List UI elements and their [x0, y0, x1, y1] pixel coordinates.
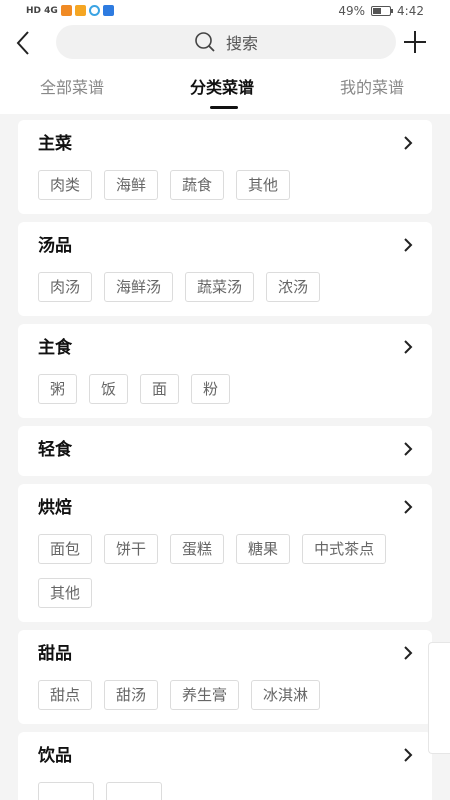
- category-card[interactable]: 轻食: [18, 426, 432, 476]
- subcategory-chip[interactable]: 饭: [89, 374, 129, 404]
- tab-bar: 全部菜谱 分类菜谱 我的菜谱: [0, 62, 450, 114]
- subcategory-chip[interactable]: 浓汤: [266, 272, 321, 302]
- category-title: 甜品: [38, 644, 72, 664]
- category-card[interactable]: 甜品甜点 甜汤 养生膏 冰淇淋: [18, 630, 432, 724]
- subcategory-chip[interactable]: 其他: [236, 170, 291, 200]
- subcategory-chip[interactable]: 粥: [38, 374, 78, 404]
- subcategory-chips: 粥饭面粉: [38, 374, 414, 404]
- category-card[interactable]: 饮品: [18, 732, 432, 800]
- subcategory-chip[interactable]: 蔬菜汤: [185, 272, 255, 302]
- subcategory-chip[interactable]: 面: [140, 374, 180, 404]
- subcategory-chip[interactable]: 养生膏: [170, 680, 240, 710]
- subcategory-chips: 肉类 海鲜 蔬食 其他: [38, 170, 414, 200]
- chevron-right-icon[interactable]: [402, 440, 414, 458]
- subcategory-chips: [38, 782, 414, 800]
- category-title: 主食: [38, 338, 72, 358]
- subcategory-chip[interactable]: 糖果: [236, 534, 291, 564]
- subcategory-chip[interactable]: 粉: [191, 374, 231, 404]
- subcategory-chips: 肉汤 海鲜汤 蔬菜汤 浓汤: [38, 272, 414, 302]
- category-card[interactable]: 主食粥饭面粉: [18, 324, 432, 418]
- category-card[interactable]: 烘焙面包 饼干 蛋糕 糖果 中式茶点其他: [18, 484, 432, 622]
- top-bar: 搜索: [0, 24, 450, 62]
- tab-category-recipes[interactable]: 分类菜谱: [190, 74, 254, 98]
- category-title: 汤品: [38, 236, 72, 256]
- search-icon: [195, 32, 215, 52]
- app-notification-icon-2: [74, 5, 86, 16]
- tab-my-recipes[interactable]: 我的菜谱: [340, 74, 404, 98]
- status-time: 4:42: [397, 4, 424, 18]
- subcategory-chip[interactable]: 其他: [38, 578, 93, 608]
- category-title: 主菜: [38, 134, 72, 154]
- subcategory-chips: 甜点 甜汤 养生膏 冰淇淋: [38, 680, 414, 710]
- search-input[interactable]: 搜索: [56, 25, 396, 59]
- category-list: 主菜 肉类 海鲜 蔬食 其他 汤品 肉汤 海鲜汤 蔬菜汤 浓汤 主食粥饭面粉轻食 烘焙 面包 饼干 蛋糕 糖果…: [18, 120, 432, 800]
- chevron-right-icon[interactable]: [402, 498, 414, 516]
- chevron-right-icon[interactable]: [402, 644, 414, 662]
- status-bar: HD 4G 49% 4:42: [0, 0, 450, 24]
- floating-side-handle[interactable]: [428, 642, 450, 754]
- subcategory-chip[interactable]: 面包: [38, 534, 93, 564]
- subcategory-chip[interactable]: 甜点: [38, 680, 93, 710]
- chevron-right-icon[interactable]: [402, 746, 414, 764]
- tab-all-recipes[interactable]: 全部菜谱: [40, 74, 104, 98]
- category-card[interactable]: 汤品肉汤 海鲜汤 蔬菜汤 浓汤: [18, 222, 432, 316]
- battery-fill: [373, 8, 382, 14]
- category-title: 烘焙: [38, 498, 72, 518]
- active-tab-indicator: [210, 106, 238, 109]
- subcategory-chip[interactable]: 甜汤: [104, 680, 159, 710]
- subcategory-chip[interactable]: 海鲜汤: [104, 272, 174, 302]
- app-notification-icon-3: [88, 5, 100, 16]
- category-title: 饮品: [38, 746, 72, 766]
- chevron-right-icon[interactable]: [402, 338, 414, 356]
- category-card[interactable]: 主菜肉类 海鲜 蔬食 其他: [18, 120, 432, 214]
- subcategory-chip[interactable]: 蔬食: [170, 170, 225, 200]
- subcategory-chip[interactable]: 肉汤: [38, 272, 93, 302]
- chevron-right-icon[interactable]: [402, 134, 414, 152]
- battery-icon: [371, 6, 394, 16]
- status-left-icons: HD 4G: [26, 5, 114, 16]
- subcategory-chip[interactable]: [38, 782, 94, 800]
- subcategory-chips: 面包 饼干 蛋糕 糖果 中式茶点其他: [38, 534, 414, 608]
- subcategory-chip[interactable]: 海鲜: [104, 170, 159, 200]
- status-right: 49% 4:42: [338, 4, 424, 18]
- subcategory-chip[interactable]: [106, 782, 162, 800]
- status-network-text: HD 4G: [26, 5, 58, 16]
- subcategory-chip[interactable]: 饼干: [104, 534, 159, 564]
- search-placeholder: 搜索: [225, 34, 258, 53]
- back-arrow-icon[interactable]: [12, 28, 36, 58]
- app-notification-icon: [60, 5, 72, 16]
- battery-percent: 49%: [338, 4, 366, 18]
- subcategory-chip[interactable]: 中式茶点: [302, 534, 387, 564]
- chevron-right-icon[interactable]: [402, 236, 414, 254]
- subcategory-chip[interactable]: 冰淇淋: [251, 680, 321, 710]
- subcategory-chip[interactable]: 蛋糕: [170, 534, 225, 564]
- subcategory-chip[interactable]: 肉类: [38, 170, 93, 200]
- category-title: 轻食: [38, 440, 72, 460]
- app-notification-icon-4: [102, 5, 114, 16]
- add-icon[interactable]: [402, 29, 428, 55]
